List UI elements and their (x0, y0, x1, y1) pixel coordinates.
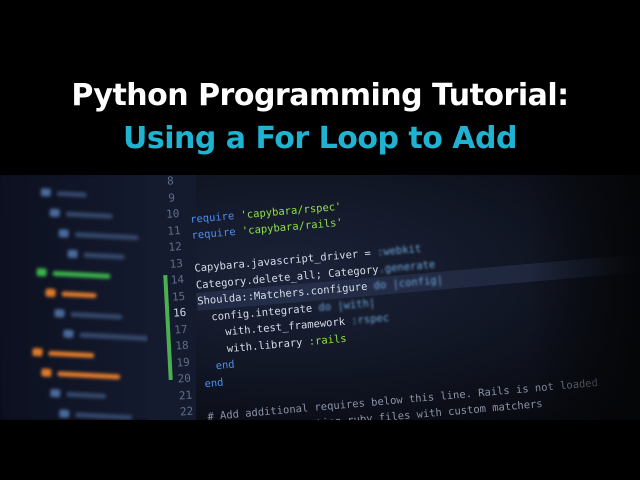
folder-icon (40, 188, 52, 197)
file-name-blur (56, 190, 87, 198)
file-name-blur (66, 391, 107, 399)
code-editor-photo: 8 9 10 11 12 13 14 15 16 17 18 19 20 21 22 require 'ca… (0, 175, 640, 420)
folder-icon (41, 368, 52, 377)
code-token-kw: end (203, 376, 224, 390)
folder-icon (63, 329, 74, 339)
folder-icon (67, 249, 78, 259)
title-line-2: Using a For Loop to Add (123, 121, 517, 156)
code-token-sym: do |config| (373, 274, 444, 293)
code-token-kw: end (215, 358, 236, 373)
folder-icon (50, 388, 61, 398)
code-token-kw: require (189, 209, 242, 226)
folder-icon (59, 409, 70, 418)
file-name-blur (61, 290, 97, 298)
file-name-blur (79, 331, 149, 341)
screen-vignette (530, 175, 640, 420)
folder-icon (45, 288, 56, 298)
file-name-blur (52, 270, 111, 279)
file-name-blur (74, 231, 139, 240)
file-tree (29, 182, 156, 420)
file-name-blur (57, 370, 121, 380)
code-token-sym: :rspec (350, 311, 390, 328)
folder-icon (54, 309, 65, 318)
folder-icon (32, 347, 43, 357)
file-name-blur (75, 411, 133, 420)
code-token-sym: :webkit (376, 242, 422, 259)
file-name-blur (65, 210, 113, 219)
file-name-blur (83, 251, 125, 260)
line-number: 22 (179, 404, 194, 419)
code-token-str: :rails (308, 332, 348, 348)
code-token-kw: require (191, 225, 243, 242)
file-tree-sidebar (0, 175, 150, 420)
file-name-blur (70, 311, 123, 320)
folder-icon (49, 208, 60, 218)
file-name-blur (48, 350, 95, 358)
folder-icon (36, 268, 47, 277)
folder-icon (58, 229, 69, 238)
title-line-1: Python Programming Tutorial: (71, 78, 569, 113)
